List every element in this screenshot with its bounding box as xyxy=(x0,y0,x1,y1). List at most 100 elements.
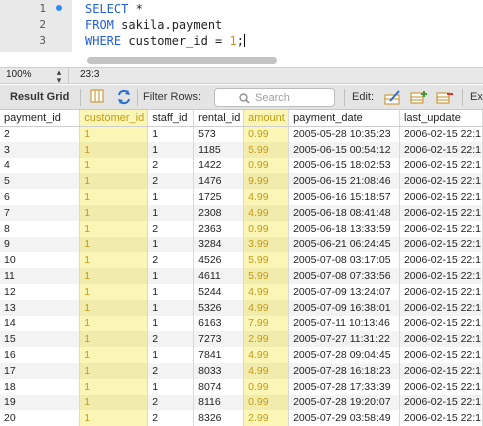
cell-payment-id[interactable]: 6 xyxy=(0,189,81,205)
cell-amount[interactable]: 3.99 xyxy=(243,236,290,253)
cell-payment-date[interactable]: 2005-06-15 18:02:53 xyxy=(288,157,400,174)
column-header-customer-id[interactable]: customer_id xyxy=(79,110,149,127)
cell-payment-date[interactable]: 2005-07-27 11:31:22 xyxy=(288,331,400,348)
table-row[interactable]: 14 1 1 6163 7.99 2005-07-11 10:13:46 2006-02-1… xyxy=(0,315,483,332)
cell-last-update[interactable]: 2006-02-15 22:1 xyxy=(399,204,483,221)
cell-payment-date[interactable]: 2005-06-18 08:41:48 xyxy=(288,204,400,221)
cell-customer-id[interactable]: 1 xyxy=(79,347,149,363)
cell-customer-id[interactable]: 1 xyxy=(79,268,149,284)
cell-customer-id[interactable]: 1 xyxy=(79,299,149,316)
cell-rental-id[interactable]: 8116 xyxy=(193,394,245,411)
cell-customer-id[interactable]: 1 xyxy=(79,157,149,174)
export-label[interactable]: Ex xyxy=(470,91,483,103)
cell-payment-date[interactable]: 2005-07-11 10:13:46 xyxy=(288,315,400,332)
cell-rental-id[interactable]: 4611 xyxy=(193,268,245,284)
cell-customer-id[interactable]: 1 xyxy=(79,394,149,411)
cell-last-update[interactable]: 2006-02-15 22:1 xyxy=(399,141,483,158)
cell-payment-date[interactable]: 2005-07-08 03:17:05 xyxy=(288,252,400,269)
cell-rental-id[interactable]: 5244 xyxy=(193,283,245,300)
editor-horizontal-scrollbar[interactable] xyxy=(87,57,277,64)
code-text[interactable]: FROM sakila.payment xyxy=(85,17,222,33)
cell-staff-id[interactable]: 2 xyxy=(147,220,195,237)
cell-rental-id[interactable]: 8326 xyxy=(193,410,245,426)
cell-payment-id[interactable]: 17 xyxy=(0,362,81,379)
cell-rental-id[interactable]: 3284 xyxy=(193,236,245,253)
cell-payment-date[interactable]: 2005-07-28 16:18:23 xyxy=(288,362,400,379)
cell-last-update[interactable]: 2006-02-15 22:1 xyxy=(399,268,483,284)
cell-amount[interactable]: 4.99 xyxy=(243,347,290,363)
zoom-stepper-icon[interactable]: ▴ ▾ xyxy=(54,68,64,85)
cell-last-update[interactable]: 2006-02-15 22:1 xyxy=(399,252,483,269)
table-row[interactable]: 8 1 2 2363 0.99 2005-06-18 13:33:59 2006-02-15… xyxy=(0,220,483,237)
column-header-last-update[interactable]: last_update xyxy=(399,110,483,127)
refresh-icon[interactable] xyxy=(116,89,132,105)
code-line[interactable]: 3 WHERE customer_id = 1; xyxy=(0,33,483,49)
table-row[interactable]: 9 1 1 3284 3.99 2005-06-21 06:24:45 2006-02-15… xyxy=(0,236,483,253)
table-row[interactable]: 17 1 2 8033 4.99 2005-07-28 16:18:23 2006-02-1… xyxy=(0,362,483,379)
cell-customer-id[interactable]: 1 xyxy=(79,378,149,395)
cell-payment-id[interactable]: 7 xyxy=(0,204,81,221)
cell-customer-id[interactable]: 1 xyxy=(79,141,149,158)
code-text[interactable]: SELECT * xyxy=(85,1,143,17)
result-grid[interactable]: payment_id customer_id staff_id rental_id am… xyxy=(0,110,483,426)
cell-customer-id[interactable]: 1 xyxy=(79,126,149,142)
table-row[interactable]: 16 1 1 7841 4.99 2005-07-28 09:04:45 2006-02-1… xyxy=(0,347,483,363)
cell-payment-id[interactable]: 11 xyxy=(0,268,81,284)
cell-last-update[interactable]: 2006-02-15 22:1 xyxy=(399,173,483,190)
cell-amount[interactable]: 5.99 xyxy=(243,268,290,284)
cell-payment-date[interactable]: 2005-06-18 13:33:59 xyxy=(288,220,400,237)
cell-payment-id[interactable]: 13 xyxy=(0,299,81,316)
cell-payment-id[interactable]: 19 xyxy=(0,394,81,411)
code-line[interactable]: 2 FROM sakila.payment xyxy=(0,17,483,33)
cell-rental-id[interactable]: 8074 xyxy=(193,378,245,395)
cell-staff-id[interactable]: 2 xyxy=(147,173,195,190)
cell-last-update[interactable]: 2006-02-15 22:1 xyxy=(399,394,483,411)
cell-payment-date[interactable]: 2005-06-15 00:54:12 xyxy=(288,141,400,158)
table-row[interactable]: 4 1 2 1422 0.99 2005-06-15 18:02:53 2006-02-15… xyxy=(0,157,483,174)
cell-rental-id[interactable]: 1185 xyxy=(193,141,245,158)
result-grid-label[interactable]: Result Grid xyxy=(10,91,69,103)
cell-amount[interactable]: 2.99 xyxy=(243,410,290,426)
cell-payment-id[interactable]: 5 xyxy=(0,173,81,190)
cell-last-update[interactable]: 2006-02-15 22:1 xyxy=(399,347,483,363)
cell-rental-id[interactable]: 1725 xyxy=(193,189,245,205)
cell-payment-id[interactable]: 12 xyxy=(0,283,81,300)
cell-payment-id[interactable]: 14 xyxy=(0,315,81,332)
table-row[interactable]: 10 1 2 4526 5.99 2005-07-08 03:17:05 2006-02-1… xyxy=(0,252,483,269)
cell-rental-id[interactable]: 2363 xyxy=(193,220,245,237)
cell-payment-id[interactable]: 18 xyxy=(0,378,81,395)
table-row[interactable]: 12 1 1 5244 4.99 2005-07-09 13:24:07 2006-02-1… xyxy=(0,283,483,300)
cell-payment-date[interactable]: 2005-07-28 17:33:39 xyxy=(288,378,400,395)
code-text[interactable]: WHERE customer_id = 1; xyxy=(85,33,245,49)
cell-staff-id[interactable]: 1 xyxy=(147,189,195,205)
column-header-amount[interactable]: amount xyxy=(243,110,290,127)
filter-search-input[interactable]: Search xyxy=(214,88,335,107)
cell-payment-id[interactable]: 2 xyxy=(0,126,81,142)
cell-customer-id[interactable]: 1 xyxy=(79,362,149,379)
table-row[interactable]: 18 1 1 8074 0.99 2005-07-28 17:33:39 2006-02-1… xyxy=(0,378,483,395)
cell-customer-id[interactable]: 1 xyxy=(79,236,149,253)
cell-payment-date[interactable]: 2005-07-08 07:33:56 xyxy=(288,268,400,284)
column-header-payment-id[interactable]: payment_id xyxy=(0,110,81,127)
cell-rental-id[interactable]: 1476 xyxy=(193,173,245,190)
cell-staff-id[interactable]: 1 xyxy=(147,126,195,142)
cell-amount[interactable]: 4.99 xyxy=(243,189,290,205)
cell-customer-id[interactable]: 1 xyxy=(79,315,149,332)
column-header-rental-id[interactable]: rental_id xyxy=(193,110,245,127)
cell-payment-date[interactable]: 2005-07-28 19:20:07 xyxy=(288,394,400,411)
cell-staff-id[interactable]: 1 xyxy=(147,315,195,332)
cell-staff-id[interactable]: 2 xyxy=(147,394,195,411)
cell-payment-date[interactable]: 2005-07-09 16:38:01 xyxy=(288,299,400,316)
cell-amount[interactable]: 5.99 xyxy=(243,252,290,269)
cell-amount[interactable]: 2.99 xyxy=(243,331,290,348)
cell-customer-id[interactable]: 1 xyxy=(79,204,149,221)
table-row[interactable]: 5 1 2 1476 9.99 2005-06-15 21:08:46 2006-02-15… xyxy=(0,173,483,190)
cell-payment-id[interactable]: 16 xyxy=(0,347,81,363)
cell-staff-id[interactable]: 2 xyxy=(147,362,195,379)
cell-amount[interactable]: 4.99 xyxy=(243,299,290,316)
table-row[interactable]: 3 1 1 1185 5.99 2005-06-15 00:54:12 2006-02-15… xyxy=(0,141,483,158)
cell-payment-id[interactable]: 20 xyxy=(0,410,81,426)
cell-payment-date[interactable]: 2005-05-28 10:35:23 xyxy=(288,126,400,142)
cell-payment-id[interactable]: 8 xyxy=(0,220,81,237)
cell-amount[interactable]: 0.99 xyxy=(243,378,290,395)
